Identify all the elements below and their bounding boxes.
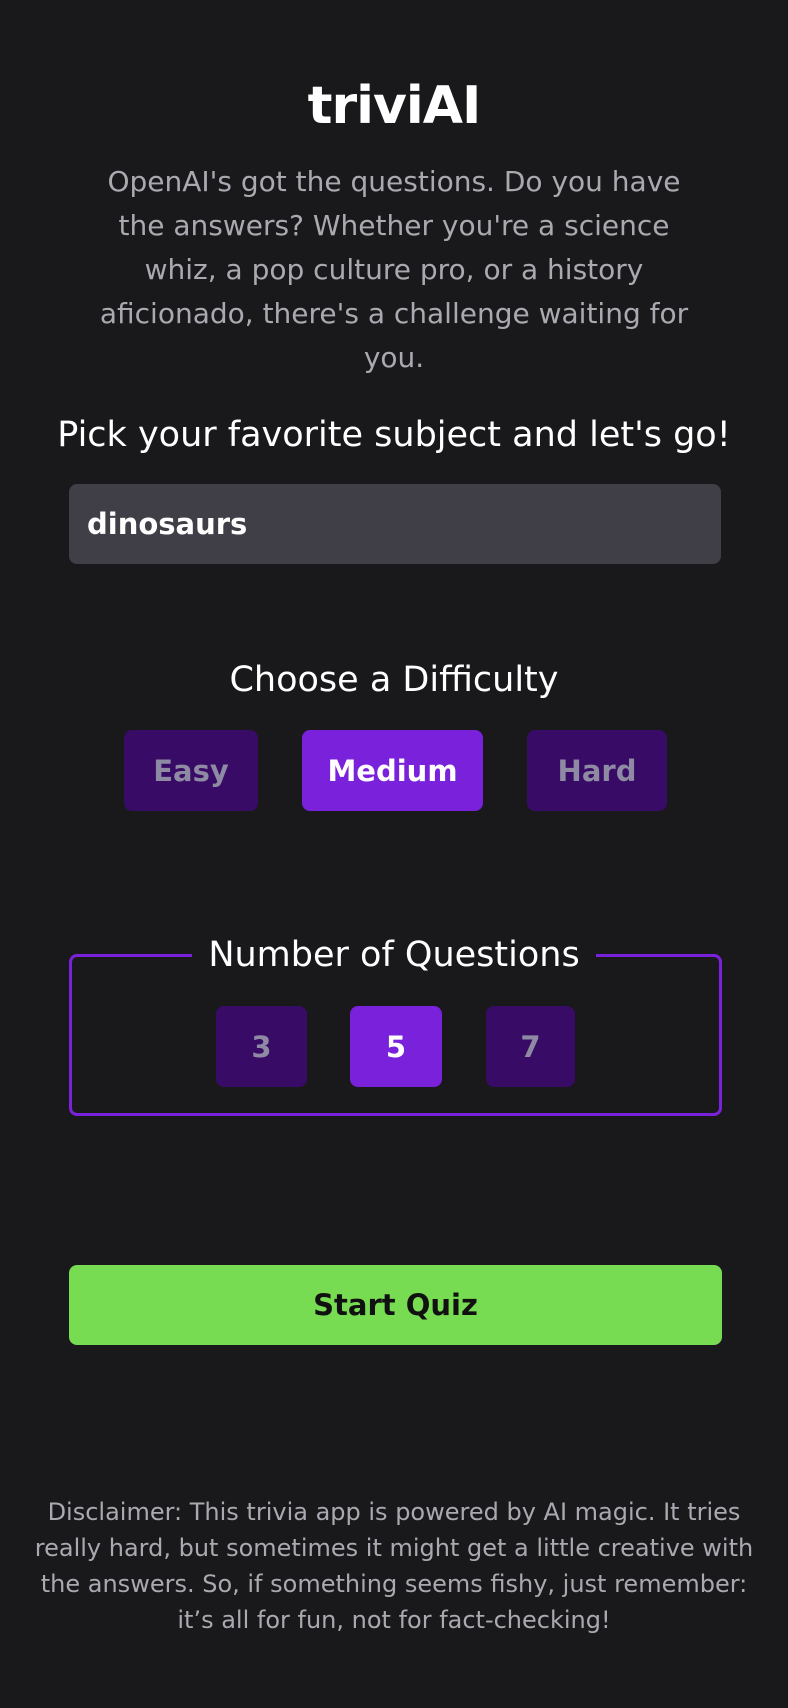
difficulty-hard-button[interactable]: Hard <box>527 730 667 811</box>
app-title: triviAI <box>307 76 482 136</box>
subject-heading: Pick your favorite subject and let's go! <box>57 415 731 455</box>
intro-text: OpenAI's got the questions. Do you have … <box>99 165 689 374</box>
question-count-3-button[interactable]: 3 <box>216 1006 307 1087</box>
disclaimer-text: Disclaimer: This trivia app is powered b… <box>34 1498 754 1634</box>
difficulty-easy-button[interactable]: Easy <box>124 730 258 811</box>
quiz-setup-page: triviAI OpenAI's got the questions. Do y… <box>0 0 788 1708</box>
subject-input[interactable] <box>69 484 721 564</box>
difficulty-heading: Choose a Difficulty <box>229 660 559 700</box>
question-count-7-button[interactable]: 7 <box>486 1006 575 1087</box>
question-count-5-button[interactable]: 5 <box>350 1006 442 1087</box>
start-quiz-button[interactable]: Start Quiz <box>69 1265 722 1345</box>
difficulty-medium-button[interactable]: Medium <box>302 730 483 811</box>
